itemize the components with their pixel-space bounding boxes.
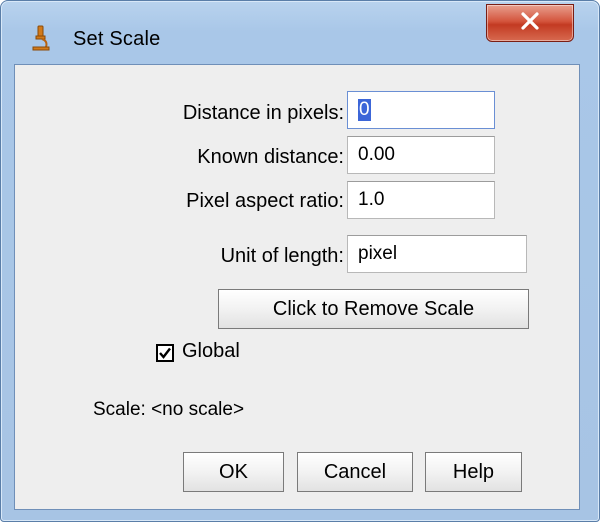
- global-checkbox-label[interactable]: Global: [182, 340, 240, 363]
- close-x-icon: [520, 11, 540, 35]
- global-checkbox[interactable]: [156, 344, 174, 362]
- distance-in-pixels-field[interactable]: 0: [347, 91, 495, 129]
- microscope-icon: [30, 24, 52, 52]
- known-distance-field[interactable]: [347, 136, 495, 174]
- distance-in-pixels-value: 0: [358, 99, 371, 121]
- pixel-aspect-ratio-field[interactable]: [347, 181, 495, 219]
- distance-in-pixels-label: Distance in pixels:: [182, 102, 344, 124]
- help-button[interactable]: Help: [425, 452, 522, 492]
- ok-button[interactable]: OK: [183, 452, 284, 492]
- set-scale-dialog: Set Scale Distance in pixels: 0 Known di…: [0, 0, 600, 522]
- known-distance-label: Known distance:: [197, 146, 344, 168]
- cancel-button[interactable]: Cancel: [297, 452, 413, 492]
- scale-status-text: Scale: <no scale>: [93, 399, 245, 420]
- unit-of-length-label: Unit of length:: [220, 245, 344, 267]
- checkmark-icon: [159, 347, 171, 359]
- unit-of-length-field[interactable]: [347, 235, 527, 273]
- title-bar[interactable]: Set Scale: [0, 0, 600, 64]
- close-button[interactable]: [486, 4, 574, 42]
- remove-scale-button[interactable]: Click to Remove Scale: [218, 289, 529, 329]
- dialog-body: Distance in pixels: 0 Known distance: Pi…: [14, 64, 580, 510]
- pixel-aspect-ratio-label: Pixel aspect ratio:: [186, 190, 344, 212]
- dialog-title: Set Scale: [73, 28, 161, 50]
